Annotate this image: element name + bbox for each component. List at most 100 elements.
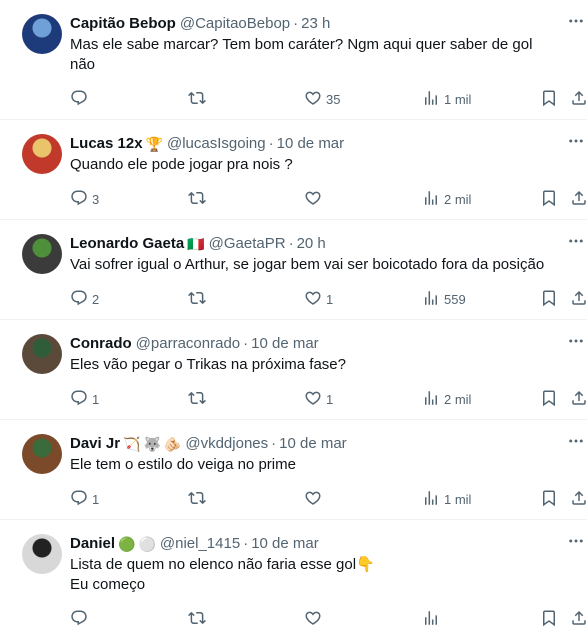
views-icon <box>422 289 440 310</box>
more-options-button[interactable] <box>567 234 585 252</box>
share-button[interactable] <box>570 289 587 310</box>
timestamp[interactable]: 20 h <box>297 234 326 254</box>
like-button[interactable] <box>304 489 326 510</box>
share-button[interactable] <box>570 389 587 410</box>
reply-button[interactable]: 1 <box>70 489 99 510</box>
retweet-button[interactable] <box>188 89 210 110</box>
bookmark-button[interactable] <box>540 89 558 110</box>
timestamp[interactable]: 23 h <box>301 14 330 34</box>
reply-button[interactable] <box>70 609 92 630</box>
timestamp[interactable]: 10 de mar <box>251 534 319 554</box>
bookmark-button[interactable] <box>540 609 558 630</box>
name-badge-emoji: 🇮🇹 <box>187 235 205 252</box>
avatar[interactable] <box>22 334 62 374</box>
user-handle[interactable]: @CapitaoBebop <box>180 14 290 34</box>
heart-icon <box>304 89 322 110</box>
avatar[interactable] <box>22 434 62 474</box>
like-button[interactable]: 1 <box>304 289 333 310</box>
user-handle[interactable]: @vkddjones <box>185 434 268 454</box>
reply-feed: Capitão Bebop @CapitaoBebop · 23 h Mas e… <box>0 0 587 639</box>
share-button[interactable] <box>570 489 587 510</box>
avatar[interactable] <box>22 134 62 174</box>
bookmark-button[interactable] <box>540 189 558 210</box>
views-button[interactable]: 559 <box>422 289 466 310</box>
retweet-button[interactable] <box>188 609 210 630</box>
user-handle[interactable]: @GaetaPR <box>209 234 286 254</box>
tweet-header: Lucas 12x 🏆 @lucasIsgoing · 10 de mar <box>70 134 551 154</box>
display-name[interactable]: Davi Jr <box>70 434 120 454</box>
tweet-text: Mas ele sabe marcar? Tem bom caráter? Ng… <box>70 36 533 73</box>
tweet-text: Quando ele pode jogar pra nois ? <box>70 156 293 173</box>
name-badge-emoji: ⚪ <box>138 535 156 552</box>
reply-button[interactable] <box>70 89 92 110</box>
more-icon <box>567 432 585 455</box>
heart-icon <box>304 189 322 210</box>
more-options-button[interactable] <box>567 334 585 352</box>
name-badge-emoji: 🐺 <box>143 435 161 452</box>
avatar[interactable] <box>22 14 62 54</box>
action-bar: 3 2 mil <box>70 181 586 219</box>
views-count: 2 mil <box>444 192 472 207</box>
tweet[interactable]: Capitão Bebop @CapitaoBebop · 23 h Mas e… <box>0 0 587 120</box>
bookmark-button[interactable] <box>540 289 558 310</box>
views-button[interactable] <box>422 609 444 630</box>
heart-icon <box>304 489 322 510</box>
like-button[interactable]: 35 <box>304 89 340 110</box>
timestamp[interactable]: 10 de mar <box>251 334 319 354</box>
display-name[interactable]: Daniel <box>70 534 115 554</box>
display-name[interactable]: Capitão Bebop <box>70 14 176 34</box>
reply-button[interactable]: 2 <box>70 289 99 310</box>
timestamp[interactable]: 10 de mar <box>279 434 347 454</box>
tweet[interactable]: Davi Jr 🏹 🐺 🫵🏻 @vkddjones · 10 de mar Ele … <box>0 420 587 520</box>
avatar[interactable] <box>22 234 62 274</box>
display-name[interactable]: Lucas 12x <box>70 134 143 154</box>
views-button[interactable]: 2 mil <box>422 189 471 210</box>
share-button[interactable] <box>570 89 587 110</box>
tweet[interactable]: Conrado @parraconrado · 10 de mar Eles v… <box>0 320 587 420</box>
retweet-button[interactable] <box>188 389 210 410</box>
share-button[interactable] <box>570 609 587 630</box>
retweet-icon <box>188 289 206 310</box>
tweet[interactable]: Lucas 12x 🏆 @lucasIsgoing · 10 de mar Qu… <box>0 120 587 220</box>
more-options-button[interactable] <box>567 534 585 552</box>
like-button[interactable]: 1 <box>304 389 333 410</box>
separator: · <box>243 335 249 352</box>
user-handle[interactable]: @lucasIsgoing <box>167 134 266 154</box>
views-button[interactable]: 1 mil <box>422 89 471 110</box>
reply-button[interactable]: 1 <box>70 389 99 410</box>
timestamp[interactable]: 10 de mar <box>277 134 345 154</box>
views-button[interactable]: 1 mil <box>422 489 471 510</box>
tweet-header: Davi Jr 🏹 🐺 🫵🏻 @vkddjones · 10 de mar <box>70 434 551 454</box>
retweet-button[interactable] <box>188 189 210 210</box>
views-button[interactable]: 2 mil <box>422 389 471 410</box>
reply-button[interactable]: 3 <box>70 189 99 210</box>
retweet-icon <box>188 189 206 210</box>
user-handle[interactable]: @niel_1415 <box>160 534 240 554</box>
views-icon <box>422 609 440 630</box>
reply-count: 1 <box>92 392 100 407</box>
avatar[interactable] <box>22 534 62 574</box>
share-button[interactable] <box>570 189 587 210</box>
tweet[interactable]: Daniel 🟢 ⚪ @niel_1415 · 10 de mar Lista d… <box>0 520 587 639</box>
display-name[interactable]: Leonardo Gaeta <box>70 234 184 254</box>
more-options-button[interactable] <box>567 14 585 32</box>
more-options-button[interactable] <box>567 434 585 452</box>
more-options-button[interactable] <box>567 134 585 152</box>
share-icon <box>570 289 587 310</box>
retweet-button[interactable] <box>188 289 210 310</box>
name-badges: 🏹 🐺 🫵🏻 <box>120 434 181 454</box>
tweet[interactable]: Leonardo Gaeta 🇮🇹 @GaetaPR · 20 h Vai so… <box>0 220 587 320</box>
tweet-content: Davi Jr 🏹 🐺 🫵🏻 @vkddjones · 10 de mar Ele … <box>70 428 587 519</box>
bookmark-button[interactable] <box>540 489 558 510</box>
views-count: 2 mil <box>444 392 472 407</box>
retweet-icon <box>188 609 206 630</box>
name-badge-emoji: 🏹 <box>123 435 141 452</box>
share-icon <box>570 189 587 210</box>
display-name[interactable]: Conrado <box>70 334 132 354</box>
like-button[interactable] <box>304 609 326 630</box>
retweet-button[interactable] <box>188 489 210 510</box>
user-handle[interactable]: @parraconrado <box>136 334 240 354</box>
like-button[interactable] <box>304 189 326 210</box>
bookmark-button[interactable] <box>540 389 558 410</box>
reply-icon <box>70 189 88 210</box>
